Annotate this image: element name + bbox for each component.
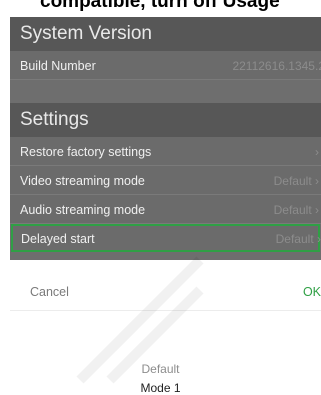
caption-strip: compatible, turn off Usage xyxy=(0,0,321,17)
section-header-settings: Settings xyxy=(10,103,321,137)
delayed-start-label: Delayed start xyxy=(21,232,95,246)
section-header-system-version: System Version xyxy=(10,17,321,51)
cancel-button[interactable]: Cancel xyxy=(30,285,69,299)
delayed-start-value-text: Default xyxy=(275,232,314,246)
audio-streaming-value-text: Default xyxy=(273,203,312,217)
ok-button[interactable]: OK xyxy=(303,285,321,299)
build-number-value: 22112616.1345.2 xyxy=(232,59,321,73)
video-streaming-value: Default › xyxy=(274,174,319,188)
audio-streaming-value: Default › xyxy=(274,203,319,217)
audio-streaming-row[interactable]: Audio streaming mode Default › xyxy=(10,195,321,224)
video-streaming-row[interactable]: Video streaming mode Default › xyxy=(10,166,321,195)
chevron-right-icon: › xyxy=(315,145,319,159)
caption-text: compatible, turn off Usage xyxy=(40,0,280,12)
picker-option-mode-1[interactable]: Mode 1 xyxy=(0,381,321,395)
build-number-label: Build Number xyxy=(20,59,96,73)
delayed-start-row[interactable]: Delayed start Default › xyxy=(11,224,321,252)
picker-toolbar: Cancel OK xyxy=(10,280,321,311)
section-title: Settings xyxy=(20,109,89,130)
chevron-right-icon: › xyxy=(315,174,319,188)
settings-panel: System Version Build Number 22112616.134… xyxy=(10,17,321,260)
video-streaming-label: Video streaming mode xyxy=(20,174,145,188)
delayed-start-value: Default › xyxy=(276,232,321,246)
restore-factory-row[interactable]: Restore factory settings › xyxy=(10,137,321,166)
chevron-right-icon: › xyxy=(315,203,319,217)
audio-streaming-label: Audio streaming mode xyxy=(20,203,146,217)
option-picker-sheet: Cancel OK Default Mode 1 xyxy=(0,260,321,395)
section-title: System Version xyxy=(20,23,152,44)
restore-factory-label: Restore factory settings xyxy=(20,145,152,159)
build-number-row: Build Number 22112616.1345.2 xyxy=(10,51,321,80)
video-streaming-value-text: Default xyxy=(273,174,312,188)
chevron-right-icon: › xyxy=(317,232,321,246)
picker-option-default[interactable]: Default xyxy=(0,362,321,376)
